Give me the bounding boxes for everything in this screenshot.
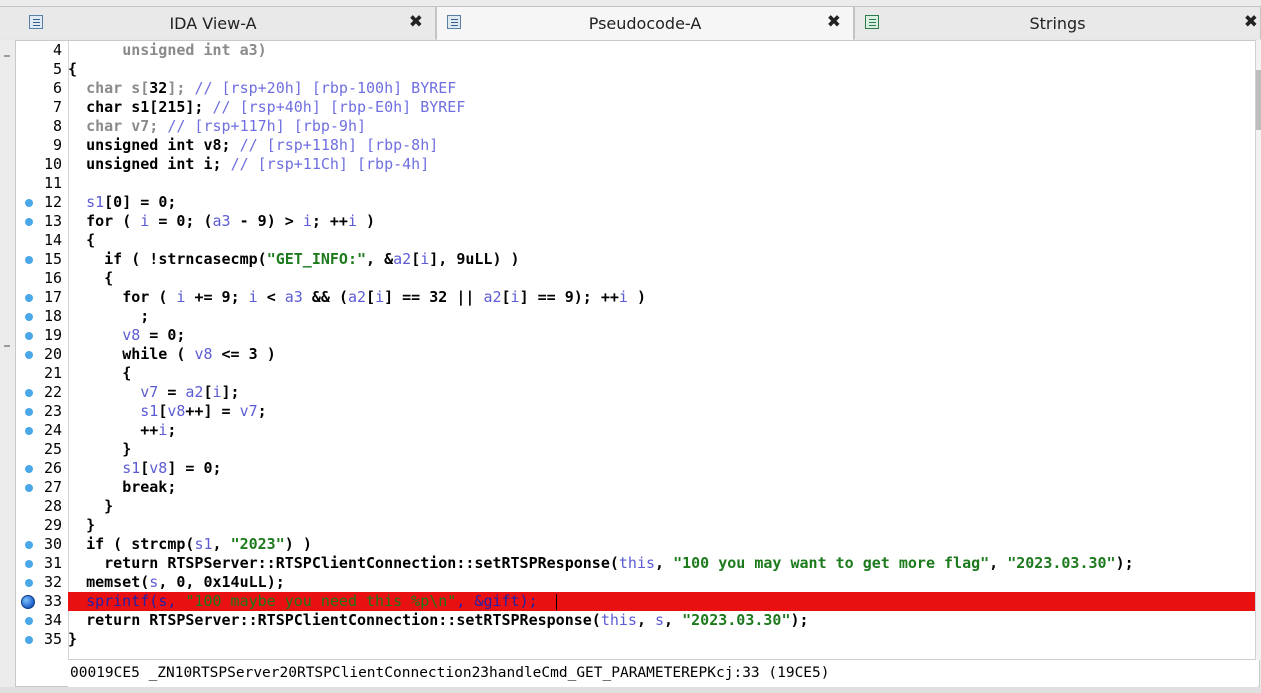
splitter-mark xyxy=(4,55,10,57)
pseudocode-editor[interactable]: 4 5 6 7 8 9 10 11 12 13 14 15 16 17 18 19 20 21 22 23 24 25 26… xyxy=(15,40,1260,687)
code-line[interactable]: unsigned int v8; // [rsp+118h] [rbp-8h] xyxy=(68,136,438,155)
line-number: 8 xyxy=(52,117,62,135)
code-line[interactable]: ; xyxy=(68,307,149,326)
code-line[interactable]: } xyxy=(68,630,77,649)
scrollbar-thumb[interactable] xyxy=(1256,70,1261,130)
executable-line-marker-icon[interactable] xyxy=(25,427,33,435)
code-line[interactable]: char s[32]; // [rsp+20h] [rbp-100h] BYRE… xyxy=(68,79,456,98)
code-area[interactable]: unsigned int a3){ char s[32]; // [rsp+20… xyxy=(68,41,1256,661)
line-number: 11 xyxy=(43,174,62,192)
code-line[interactable]: v8 = 0; xyxy=(68,326,185,345)
close-icon[interactable]: ✖ xyxy=(1244,12,1258,32)
executable-line-marker-icon[interactable] xyxy=(25,484,33,492)
executable-line-marker-icon[interactable] xyxy=(25,294,33,302)
code-line[interactable]: if ( !strncasecmp("GET_INFO:", &a2[i], 9… xyxy=(68,250,519,269)
executable-line-marker-icon[interactable] xyxy=(25,617,33,625)
line-number: 16 xyxy=(43,269,62,287)
executable-line-marker-icon[interactable] xyxy=(25,541,33,549)
close-icon[interactable]: ✖ xyxy=(409,12,423,32)
code-line[interactable]: s1[v8++] = v7; xyxy=(68,402,266,421)
code-line[interactable]: break; xyxy=(68,478,176,497)
tab-label: Strings xyxy=(1029,14,1086,33)
executable-line-marker-icon[interactable] xyxy=(25,199,33,207)
line-number: 25 xyxy=(43,440,62,458)
breakpoint-icon[interactable] xyxy=(21,595,35,609)
code-line[interactable]: for ( i += 9; i < a3 && (a2[i] == 32 || … xyxy=(68,288,646,307)
executable-line-marker-icon[interactable] xyxy=(25,408,33,416)
executable-line-marker-icon[interactable] xyxy=(25,560,33,568)
left-dock-strip xyxy=(0,40,15,687)
code-line[interactable]: if ( strcmp(s1, "2023") ) xyxy=(68,535,312,554)
code-line[interactable]: s1[v8] = 0; xyxy=(68,459,221,478)
code-line[interactable]: while ( v8 <= 3 ) xyxy=(68,345,276,364)
executable-line-marker-icon[interactable] xyxy=(25,313,33,321)
line-number: 4 xyxy=(52,41,62,59)
vertical-scrollbar[interactable] xyxy=(1255,40,1261,660)
executable-line-marker-icon[interactable] xyxy=(25,636,33,644)
tab-bar: IDA View-A ✖ Pseudocode-A ✖ Strings ✖ xyxy=(0,6,1261,41)
code-line[interactable]: sprintf(s, "100 maybe you need this %p\n… xyxy=(68,592,557,611)
tab-label: Pseudocode-A xyxy=(588,14,702,33)
code-line[interactable]: ++i; xyxy=(68,421,176,440)
code-line[interactable]: { xyxy=(68,231,95,250)
line-number: 5 xyxy=(52,60,62,78)
executable-line-marker-icon[interactable] xyxy=(25,465,33,473)
line-number: 7 xyxy=(52,98,62,116)
close-icon[interactable]: ✖ xyxy=(827,12,841,32)
line-number: 21 xyxy=(43,364,62,382)
code-line[interactable]: } xyxy=(68,516,95,535)
code-line[interactable]: unsigned int a3) xyxy=(68,41,267,60)
code-line[interactable]: char v7; // [rsp+117h] [rbp-9h] xyxy=(68,117,366,136)
code-line[interactable]: unsigned int i; // [rsp+11Ch] [rbp-4h] xyxy=(68,155,429,174)
code-line[interactable]: return RTSPServer::RTSPClientConnection:… xyxy=(68,554,1134,573)
code-line[interactable]: v7 = a2[i]; xyxy=(68,383,239,402)
executable-line-marker-icon[interactable] xyxy=(25,256,33,264)
code-line[interactable]: return RTSPServer::RTSPClientConnection:… xyxy=(68,611,808,630)
splitter-mark xyxy=(4,345,10,347)
executable-line-marker-icon[interactable] xyxy=(25,579,33,587)
text-cursor xyxy=(555,593,557,610)
line-number-gutter[interactable]: 4 5 6 7 8 9 10 11 12 13 14 15 16 17 18 19 20 21 22 23 24 25 26… xyxy=(16,41,69,661)
bottom-border xyxy=(0,687,1261,693)
line-number: 28 xyxy=(43,497,62,515)
tab-ida-view[interactable]: IDA View-A ✖ xyxy=(0,6,436,39)
tab-label: IDA View-A xyxy=(169,14,257,33)
executable-line-marker-icon[interactable] xyxy=(25,389,33,397)
code-line[interactable]: } xyxy=(68,440,131,459)
code-line[interactable]: s1[0] = 0; xyxy=(68,193,176,212)
executable-line-marker-icon[interactable] xyxy=(25,218,33,226)
code-line[interactable]: } xyxy=(68,497,113,516)
line-number: 29 xyxy=(43,516,62,534)
code-line[interactable]: { xyxy=(68,364,131,383)
code-line[interactable]: { xyxy=(68,269,113,288)
executable-line-marker-icon[interactable] xyxy=(25,332,33,340)
line-number: 9 xyxy=(52,136,62,154)
code-line[interactable]: char s1[215]; // [rsp+40h] [rbp-E0h] BYR… xyxy=(68,98,465,117)
line-number: 10 xyxy=(43,155,62,173)
tab-strings[interactable]: Strings ✖ xyxy=(854,6,1261,39)
tab-pseudocode[interactable]: Pseudocode-A ✖ xyxy=(436,6,854,40)
line-number: 14 xyxy=(43,231,62,249)
executable-line-marker-icon[interactable] xyxy=(25,351,33,359)
code-line[interactable]: memset(s, 0, 0x14uLL); xyxy=(68,573,285,592)
line-number: 6 xyxy=(52,79,62,97)
code-line[interactable]: for ( i = 0; (a3 - 9) > i; ++i ) xyxy=(68,212,375,231)
code-line[interactable]: { xyxy=(68,60,77,79)
status-line: 00019CE5 _ZN10RTSPServer20RTSPClientConn… xyxy=(68,659,1258,687)
